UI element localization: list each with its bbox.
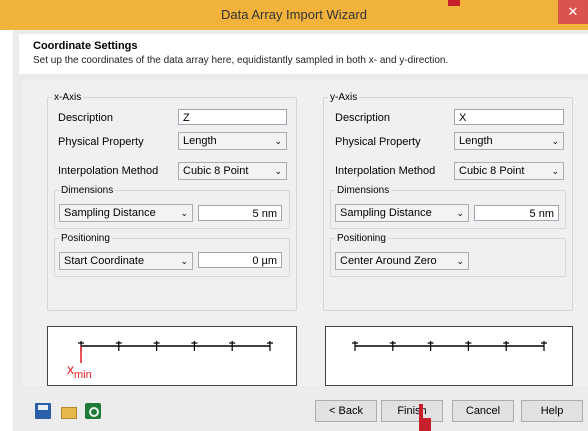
x-min-symbol: x	[67, 361, 74, 377]
cancel-button[interactable]: Cancel	[452, 400, 514, 422]
y-axis-preview	[325, 326, 573, 386]
chevron-down-icon: ⌄	[551, 166, 559, 176]
y-positioning-mode-value: Center Around Zero	[340, 255, 437, 267]
x-positioning-mode-select[interactable]: Start Coordinate ⌄	[59, 252, 193, 270]
window-title: Data Array Import Wizard	[221, 7, 367, 22]
x-interpolation-select[interactable]: Cubic 8 Point ⌄	[178, 162, 287, 180]
x-start-coordinate-input[interactable]: 0 µm	[198, 252, 282, 268]
y-axis-ruler	[352, 341, 547, 351]
chevron-down-icon: ⌄	[180, 208, 188, 218]
y-interpolation-value: Cubic 8 Point	[459, 165, 525, 177]
x-dimensions-mode-value: Sampling Distance	[64, 207, 156, 219]
x-min-label: xmin	[67, 361, 92, 381]
x-sampling-distance-input[interactable]: 5 nm	[198, 205, 282, 221]
page-title: Coordinate Settings	[33, 40, 138, 52]
back-button[interactable]: < Back	[315, 400, 377, 422]
y-dimensions-mode-value: Sampling Distance	[340, 207, 432, 219]
y-description-label: Description	[335, 112, 391, 124]
y-interpolation-select[interactable]: Cubic 8 Point ⌄	[454, 162, 564, 180]
y-dimensions-mode-select[interactable]: Sampling Distance ⌄	[335, 204, 469, 222]
open-folder-icon[interactable]	[60, 403, 77, 419]
x-positioning-legend: Positioning	[61, 233, 110, 244]
y-positioning-mode-select[interactable]: Center Around Zero ⌄	[335, 252, 469, 270]
y-dimensions-legend: Dimensions	[337, 185, 390, 196]
x-physical-property-label: Physical Property	[58, 136, 144, 148]
y-interpolation-label: Interpolation Method	[335, 165, 436, 177]
x-dimensions-legend: Dimensions	[61, 185, 114, 196]
mouse-cursor-icon	[419, 404, 431, 431]
close-button[interactable]: ✕	[558, 0, 588, 24]
chevron-down-icon: ⌄	[274, 166, 282, 176]
x-positioning-mode-value: Start Coordinate	[64, 255, 145, 267]
chevron-down-icon: ⌄	[456, 208, 464, 218]
x-dimensions-mode-select[interactable]: Sampling Distance ⌄	[59, 204, 193, 222]
x-interpolation-label: Interpolation Method	[58, 165, 159, 177]
y-physical-property-value: Length	[459, 135, 493, 147]
y-physical-property-label: Physical Property	[335, 136, 421, 148]
close-icon: ✕	[567, 4, 579, 19]
x-axis-legend: x-Axis	[54, 92, 82, 103]
x-min-subscript: min	[74, 368, 92, 381]
x-description-label: Description	[58, 112, 114, 124]
save-icon[interactable]	[35, 403, 51, 419]
chevron-down-icon: ⌄	[274, 136, 282, 146]
y-positioning-legend: Positioning	[337, 233, 386, 244]
chevron-down-icon: ⌄	[551, 136, 559, 146]
x-description-input[interactable]: Z	[178, 109, 287, 125]
help-button[interactable]: Help	[521, 400, 583, 422]
x-interpolation-value: Cubic 8 Point	[183, 165, 249, 177]
y-description-input[interactable]: X	[454, 109, 564, 125]
x-physical-property-select[interactable]: Length ⌄	[178, 132, 287, 150]
y-sampling-distance-input[interactable]: 5 nm	[474, 205, 559, 221]
x-physical-property-value: Length	[183, 135, 217, 147]
y-axis-legend: y-Axis	[330, 92, 358, 103]
page-subtitle: Set up the coordinates of the data array…	[33, 55, 449, 66]
chevron-down-icon: ⌄	[180, 256, 188, 266]
refresh-icon[interactable]	[85, 403, 101, 419]
x-axis-preview: xmin	[47, 326, 297, 386]
y-physical-property-select[interactable]: Length ⌄	[454, 132, 564, 150]
chevron-down-icon: ⌄	[456, 256, 464, 266]
